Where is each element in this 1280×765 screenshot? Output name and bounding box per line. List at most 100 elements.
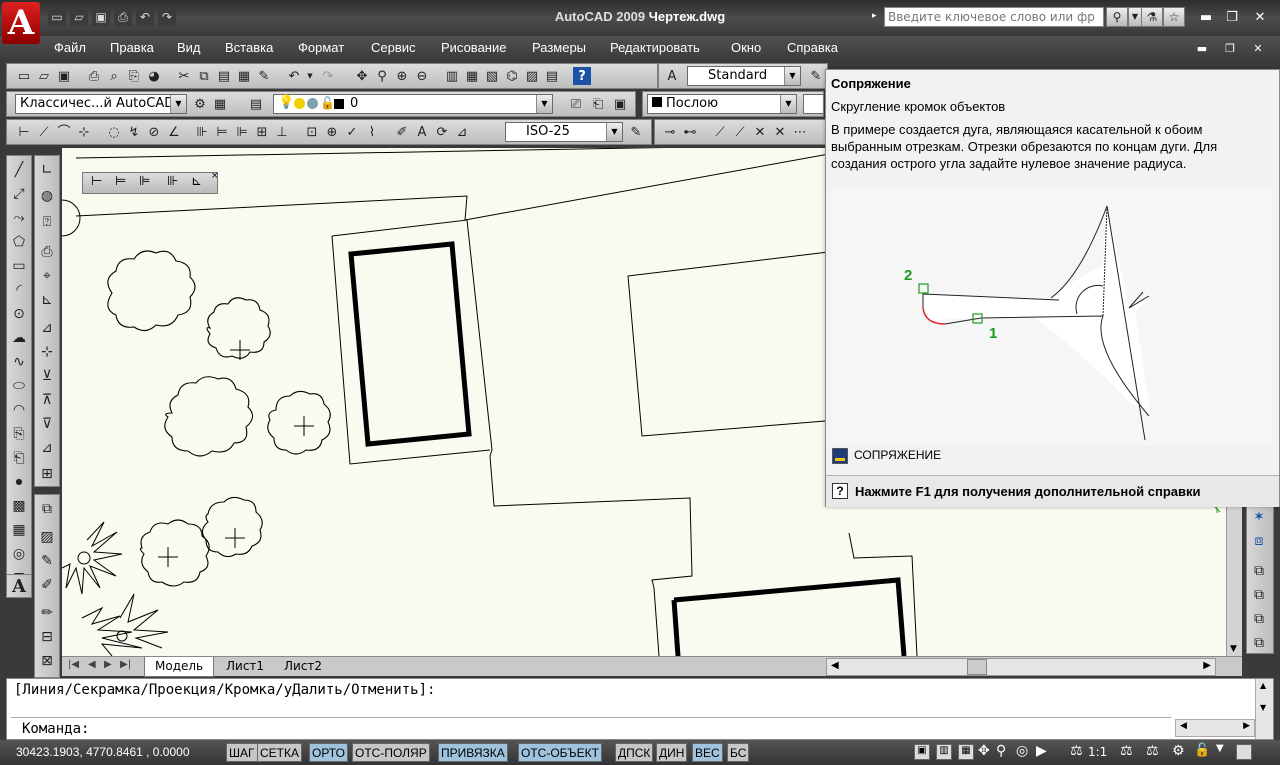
tab-last-icon[interactable]: ▶|	[120, 659, 131, 670]
ducs-toggle[interactable]: ДПСК	[615, 743, 654, 762]
ucs-apply-icon[interactable]: ⊿	[37, 438, 57, 458]
rectangle-icon[interactable]: ▭	[9, 256, 29, 276]
distance-icon[interactable]: ∟	[37, 160, 57, 180]
doc-close-icon[interactable]: ✕	[1248, 40, 1268, 58]
explode-icon[interactable]: ✶	[1249, 507, 1269, 527]
paste-block-icon[interactable]: ▦	[235, 67, 253, 85]
doc-minimize-icon[interactable]: ▬	[1192, 40, 1212, 58]
inspection-icon[interactable]: ✓	[343, 123, 361, 141]
tolerance-icon[interactable]: ⊡	[303, 123, 321, 141]
send-back-icon[interactable]: ⧉	[1249, 585, 1269, 605]
scroll-left-icon[interactable]: ◀	[1180, 721, 1187, 731]
pan-icon[interactable]: ✥	[353, 67, 371, 85]
scroll-up-icon[interactable]: ▲	[1260, 681, 1266, 690]
hatch-icon[interactable]: ▩	[9, 496, 29, 516]
scroll-thumb[interactable]	[967, 659, 987, 675]
scroll-down-icon[interactable]: ▼	[1260, 703, 1266, 712]
polyline-icon[interactable]: ⤳	[9, 208, 29, 228]
tab-next-icon[interactable]: ▶	[104, 659, 112, 670]
model-space-icon[interactable]: ▣	[914, 744, 930, 760]
menu-insert[interactable]: Вставка	[225, 40, 273, 55]
edit-polyline-icon[interactable]: ✎	[37, 551, 57, 571]
continue-dim-icon[interactable]: ⊫	[233, 123, 251, 141]
osnap-toggle[interactable]: ПРИВЯЗКА	[438, 743, 508, 762]
bring-above-icon[interactable]: ⧉	[1249, 609, 1269, 629]
plot-preview-icon[interactable]: ⌕	[105, 67, 123, 85]
favorites-star-icon[interactable]: ☆	[1163, 7, 1185, 27]
point-icon[interactable]: ●	[9, 472, 29, 492]
cut-icon[interactable]: ✂	[175, 67, 193, 85]
match-properties-icon[interactable]: ✎	[255, 67, 273, 85]
paste-icon[interactable]: ▤	[215, 67, 233, 85]
scroll-right-icon[interactable]: ▶	[1203, 660, 1211, 671]
block-attribute-icon[interactable]: ⊟	[37, 627, 57, 647]
dim-reassociate-icon[interactable]: ⊾	[191, 174, 202, 189]
publish-icon[interactable]: ⎘	[125, 67, 143, 85]
ucs-icon[interactable]: ⊾	[37, 290, 57, 310]
search-expand-icon[interactable]: ▸	[872, 11, 877, 21]
tab-sheet2[interactable]: Лист2	[274, 657, 332, 677]
undo-icon[interactable]: ↶	[285, 67, 303, 85]
search-dropdown-icon[interactable]: ▼	[1128, 7, 1142, 27]
command-input[interactable]: Команда:	[22, 721, 89, 737]
annotation-visibility-icon[interactable]: ⚖	[1120, 743, 1133, 759]
menu-file[interactable]: Файл	[54, 40, 86, 55]
plot-icon[interactable]: ⎙	[85, 67, 103, 85]
auto-scale-icon[interactable]: ⚖	[1146, 743, 1159, 759]
linetype-select[interactable]	[803, 94, 823, 114]
dim-linear-icon[interactable]: ⊢	[91, 174, 102, 189]
snap-from-icon[interactable]: ⊷	[681, 123, 699, 141]
new-icon[interactable]: ▭	[48, 9, 66, 26]
undo-icon[interactable]: ↶	[136, 9, 154, 26]
search-icon[interactable]: ⚲	[1106, 7, 1128, 27]
dim-space-icon[interactable]: ⊞	[253, 123, 271, 141]
sync-attributes-icon[interactable]: ⊠	[37, 651, 57, 671]
ucs-z-icon[interactable]: ⊻	[37, 366, 57, 386]
dim-break-icon[interactable]: ⊥	[273, 123, 291, 141]
ellipse-arc-icon[interactable]: ◠	[9, 400, 29, 420]
workspace-switch-icon[interactable]: ⚙	[1172, 743, 1185, 759]
floating-toolbar[interactable]: ⊢ ⊨ ⊫ ⊪ ⊾ ×	[82, 171, 219, 194]
revision-cloud-icon[interactable]: ☁	[9, 328, 29, 348]
snap-endpoint-icon[interactable]: ⟋	[711, 123, 729, 141]
snap-apparent-icon[interactable]: ✕	[771, 123, 789, 141]
linear-dim-icon[interactable]: ⊢	[15, 123, 33, 141]
otrack-toggle[interactable]: ОТС-ОБЪЕКТ	[518, 743, 602, 762]
dim-edit-icon[interactable]: ✐	[393, 123, 411, 141]
maximize-icon[interactable]: ❐	[1222, 9, 1242, 27]
menu-draw[interactable]: Рисование	[441, 40, 506, 55]
layer-select[interactable]: 💡 🔓 0 ▼	[273, 94, 553, 114]
dim-style-icon[interactable]: ⊿	[453, 123, 471, 141]
new-icon[interactable]: ▭	[15, 67, 33, 85]
open-icon[interactable]: ▱	[70, 9, 88, 26]
tool-palettes-icon[interactable]: ▧	[483, 67, 501, 85]
dim-style-icon[interactable]: ✎	[807, 67, 825, 85]
dim-text-edit-icon[interactable]: A	[413, 123, 431, 141]
help-icon[interactable]: ?	[573, 67, 591, 85]
snap-intersection-icon[interactable]: ✕	[751, 123, 769, 141]
horizontal-scrollbar[interactable]: ◀ ▶	[826, 658, 1216, 676]
doc-restore-icon[interactable]: ❐	[1220, 40, 1240, 58]
baseline-dim-icon[interactable]: ⊨	[213, 123, 231, 141]
layer-states-icon[interactable]: ▣	[611, 95, 629, 113]
dim-style-manager-icon[interactable]: ✎	[627, 123, 645, 141]
bring-front-icon[interactable]: ⧉	[1249, 561, 1269, 581]
dim-baseline-icon[interactable]: ⊨	[115, 174, 126, 189]
zoom-realtime-icon[interactable]: ⚲	[373, 67, 391, 85]
redo-icon[interactable]: ↷	[158, 9, 176, 26]
draworder-icon[interactable]: ⧉	[37, 499, 57, 519]
save-icon[interactable]: ▣	[55, 67, 73, 85]
autocad-logo-icon[interactable]: A	[2, 2, 40, 44]
properties-icon[interactable]: ▥	[443, 67, 461, 85]
locate-point-icon[interactable]: ⌖	[37, 266, 57, 286]
sheet-set-icon[interactable]: ⌬	[503, 67, 521, 85]
qdim-icon[interactable]: ⊪	[167, 174, 178, 189]
save-icon[interactable]: ▣	[92, 9, 110, 26]
ucs-origin-icon[interactable]: ⊹	[37, 342, 57, 362]
tab-first-icon[interactable]: |◀	[68, 659, 79, 670]
area-icon[interactable]: ◍	[37, 186, 57, 206]
radius-dim-icon[interactable]: ◌	[105, 123, 123, 141]
tab-sheet1[interactable]: Лист1	[216, 657, 274, 677]
command-scrollbar[interactable]: ▲ ▼	[1255, 679, 1273, 739]
menu-edit[interactable]: Правка	[110, 40, 154, 55]
